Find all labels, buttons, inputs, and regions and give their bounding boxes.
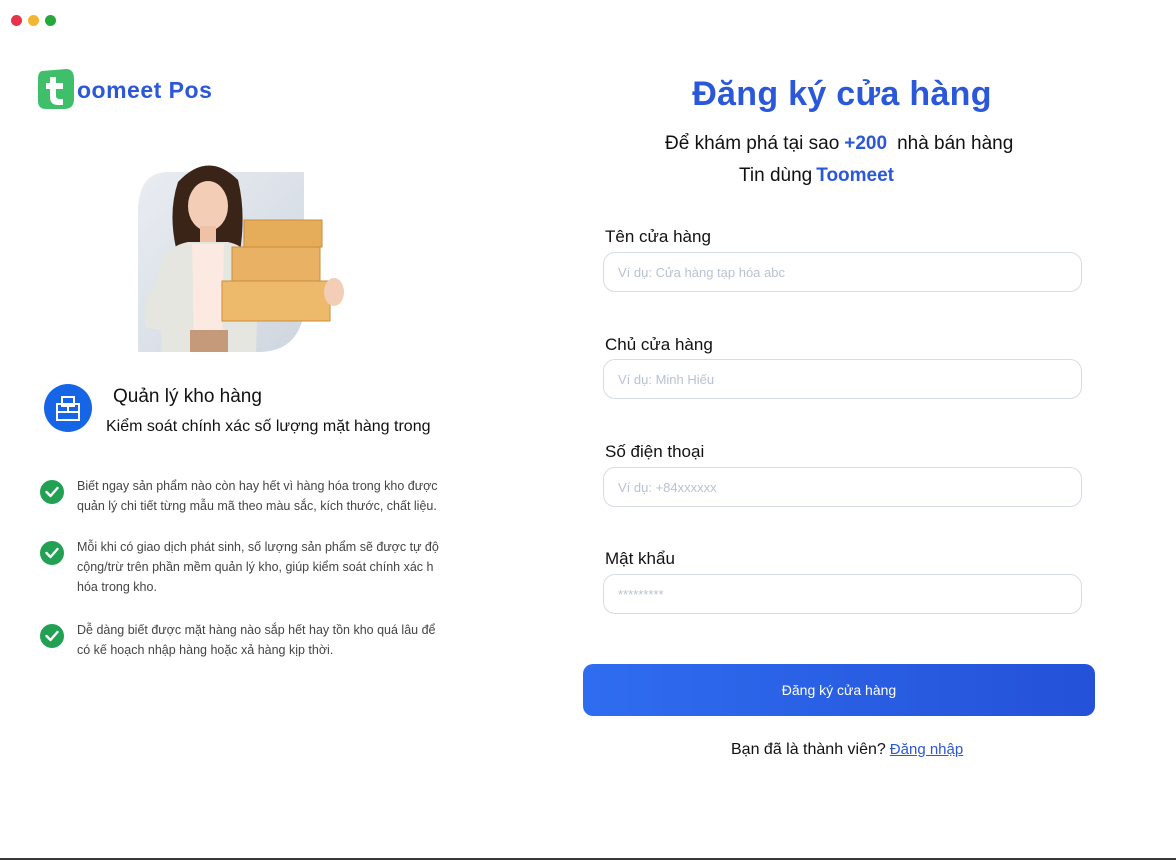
brand-logo: oomeet Pos xyxy=(36,67,212,111)
bullet-text: Biết ngay sản phẩm nào còn hay hết vì hà… xyxy=(77,479,438,513)
merchant-count: +200 xyxy=(844,133,888,154)
feature-subtitle: Kiểm soát chính xác số lượng mặt hàng tr… xyxy=(106,418,431,435)
warehouse-box-icon xyxy=(44,384,92,432)
toomeet-logo-icon xyxy=(36,67,76,111)
brand-name: oomeet Pos xyxy=(77,76,213,103)
subtitle-prefix: Để khám phá tại sao xyxy=(665,133,840,154)
owner-name-label: Chủ cửa hàng xyxy=(605,335,713,354)
window-controls xyxy=(11,15,56,26)
woman-holding-boxes-image xyxy=(128,152,348,352)
member-prompt-text: Bạn đã là thành viên? xyxy=(731,741,886,758)
password-input[interactable] xyxy=(603,574,1082,614)
login-link[interactable]: Đăng nhập xyxy=(890,741,963,758)
subtitle2-brand: Toomeet xyxy=(816,165,895,186)
subtitle-line-1: Để khám phá tại sao +200 nhà bán hàng xyxy=(665,133,1013,155)
feature-bullet: Mỗi khi có giao dịch phát sinh, số lượng… xyxy=(40,537,460,597)
store-name-label: Tên cửa hàng xyxy=(605,227,711,246)
maximize-window-dot[interactable] xyxy=(45,15,56,26)
phone-label: Số điện thoại xyxy=(605,442,705,461)
page-title: Đăng ký cửa hàng xyxy=(692,75,992,113)
phone-input[interactable] xyxy=(603,467,1082,507)
bullet-text: Dễ dàng biết được mặt hàng nào sắp hết h… xyxy=(77,623,436,657)
member-login-prompt: Bạn đã là thành viên? Đăng nhập xyxy=(731,741,963,759)
close-window-dot[interactable] xyxy=(11,15,22,26)
feature-bullet: Dễ dàng biết được mặt hàng nào sắp hết h… xyxy=(40,620,460,660)
subtitle-suffix: nhà bán hàng xyxy=(897,133,1014,154)
check-circle-icon xyxy=(40,541,64,565)
register-store-button[interactable]: Đăng ký cửa hàng xyxy=(583,664,1095,716)
feature-title: Quản lý kho hàng xyxy=(113,386,262,407)
password-label: Mật khẩu xyxy=(605,549,675,568)
minimize-window-dot[interactable] xyxy=(28,15,39,26)
subtitle2-prefix: Tin dùng xyxy=(739,165,813,186)
owner-name-input[interactable] xyxy=(603,359,1082,399)
store-name-input[interactable] xyxy=(603,252,1082,292)
subtitle-line-2: Tin dùng Toomeet xyxy=(739,165,894,187)
check-circle-icon xyxy=(40,480,64,504)
check-circle-icon xyxy=(40,624,64,648)
feature-bullet: Biết ngay sản phẩm nào còn hay hết vì hà… xyxy=(40,476,460,516)
bullet-text: Mỗi khi có giao dịch phát sinh, số lượng… xyxy=(77,540,439,594)
